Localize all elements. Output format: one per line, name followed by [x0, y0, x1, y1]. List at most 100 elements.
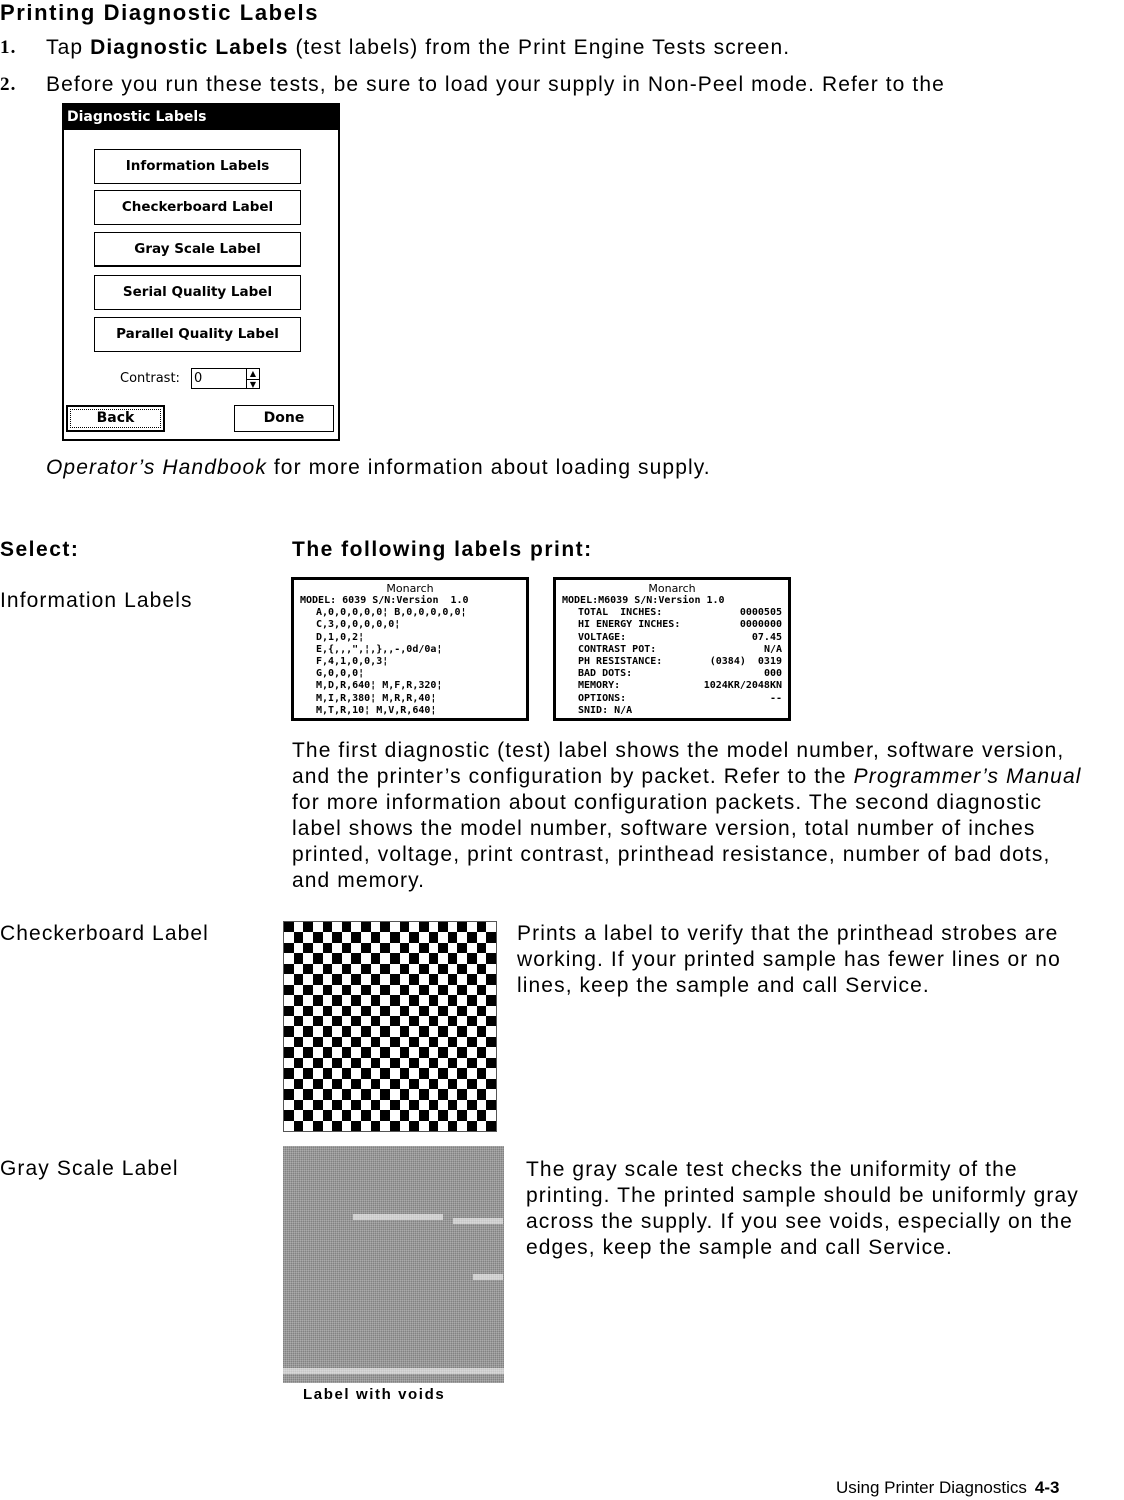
checker-cell [409, 1099, 419, 1111]
checkerboard-description: Prints a label to verify that the printh… [517, 922, 1061, 997]
done-button[interactable]: Done [234, 405, 334, 432]
checker-cell [303, 995, 313, 1006]
checker-cell [438, 1089, 448, 1100]
checker-cell [457, 984, 468, 996]
checker-cell [476, 953, 487, 964]
gray-scale-label-button[interactable]: Gray Scale Label [94, 232, 301, 267]
page-number: 4-3 [1034, 1478, 1060, 1497]
checker-cell [428, 1078, 439, 1090]
checker-cell [399, 1078, 410, 1090]
checker-cell [312, 942, 323, 954]
checker-cell [380, 932, 390, 943]
checker-cell [418, 1089, 429, 1100]
checker-cell [476, 1120, 487, 1131]
checker-cell [341, 963, 352, 975]
checker-cell [293, 1089, 304, 1100]
checker-cell [390, 1036, 400, 1048]
checker-cell [438, 1057, 448, 1069]
checker-cell [409, 984, 419, 996]
checker-cell [486, 942, 496, 954]
checker-cell [351, 1120, 362, 1131]
checker-cell [399, 1016, 410, 1027]
dialog-title: Diagnostic Labels [64, 105, 338, 130]
checker-cell [409, 1047, 419, 1058]
checker-cell [284, 1078, 294, 1090]
checker-cell [409, 1016, 419, 1027]
checker-cell [486, 1078, 496, 1090]
checker-cell [447, 963, 458, 975]
checker-cell [370, 1057, 381, 1069]
checker-cell [361, 1047, 371, 1058]
checker-cell [303, 1047, 313, 1058]
checker-cell [312, 922, 323, 933]
checker-cell [380, 1026, 390, 1037]
checker-cell [370, 974, 381, 985]
checkerboard-label-label: Checkerboard Label [0, 922, 209, 945]
checker-cell [332, 1099, 342, 1111]
checker-cell [428, 1110, 439, 1121]
checker-cell [293, 1026, 304, 1037]
checker-cell [476, 1068, 487, 1079]
void-streak [453, 1218, 503, 1224]
checker-cell [447, 1016, 458, 1027]
checker-cell [303, 1016, 313, 1027]
checker-cell [418, 1120, 429, 1131]
checker-cell [467, 974, 477, 985]
checker-cell [428, 1036, 439, 1048]
serial-quality-label-button[interactable]: Serial Quality Label [94, 275, 301, 310]
checker-cell [341, 984, 352, 996]
checker-cell [418, 1005, 429, 1017]
checker-cell [428, 995, 439, 1006]
stat-key: VOLTAGE: [578, 631, 627, 643]
checker-cell [409, 1057, 419, 1069]
checker-cell [457, 1110, 468, 1121]
checker-cell [486, 922, 496, 933]
checker-cell [467, 984, 477, 996]
checker-cell [341, 1089, 352, 1100]
checker-cell [409, 942, 419, 954]
stat-row: PH RESISTANCE: (0384) 0319 [562, 656, 782, 668]
parallel-quality-label-button[interactable]: Parallel Quality Label [94, 317, 301, 352]
checker-cell [447, 932, 458, 943]
checker-cell [418, 1068, 429, 1079]
checker-cell [476, 1036, 487, 1048]
checker-cell [284, 1120, 294, 1131]
checker-cell [486, 984, 496, 996]
checker-cell [409, 932, 419, 943]
checker-cell [380, 1110, 390, 1121]
config-packet-line: M,D,R,640¦ M,F,R,320¦ [316, 680, 443, 692]
spin-up-icon[interactable]: ▲ [247, 369, 259, 379]
checker-cell [370, 922, 381, 933]
void-streak [473, 1274, 503, 1280]
checker-cell [361, 984, 371, 996]
checker-cell [293, 942, 304, 954]
checker-cell [438, 1078, 448, 1090]
checker-cell [467, 963, 477, 975]
information-labels-button[interactable]: Information Labels [94, 149, 301, 184]
checker-cell [467, 922, 477, 933]
checker-cell [380, 942, 390, 954]
checker-cell [409, 922, 419, 933]
checker-cell [361, 1110, 371, 1121]
config-packet-line: A,0,0,0,0,0¦ B,0,0,0,0,0¦ [316, 607, 467, 619]
stat-row: VOLTAGE: 07.45 [562, 632, 782, 644]
stat-key: TOTAL INCHES: [578, 607, 663, 619]
contrast-spinner[interactable]: ▲ ▼ [247, 368, 260, 389]
checker-cell [447, 995, 458, 1006]
checker-cell [428, 963, 439, 975]
checker-cell [303, 942, 313, 954]
contrast-input[interactable]: 0 [191, 368, 247, 389]
checker-cell [380, 984, 390, 996]
checker-cell [390, 1078, 400, 1090]
checker-cell [322, 1005, 333, 1017]
checker-cell [303, 1026, 313, 1037]
back-button[interactable]: Back [66, 405, 165, 432]
checker-cell [322, 1078, 333, 1090]
checker-cell [486, 932, 496, 943]
checkerboard-label-button[interactable]: Checkerboard Label [94, 190, 301, 225]
checker-cell [341, 932, 352, 943]
checker-cell [332, 974, 342, 985]
programmers-manual-reference: Programmer’s Manual [853, 765, 1082, 788]
checker-cell [303, 953, 313, 964]
spin-down-icon[interactable]: ▼ [247, 379, 259, 390]
